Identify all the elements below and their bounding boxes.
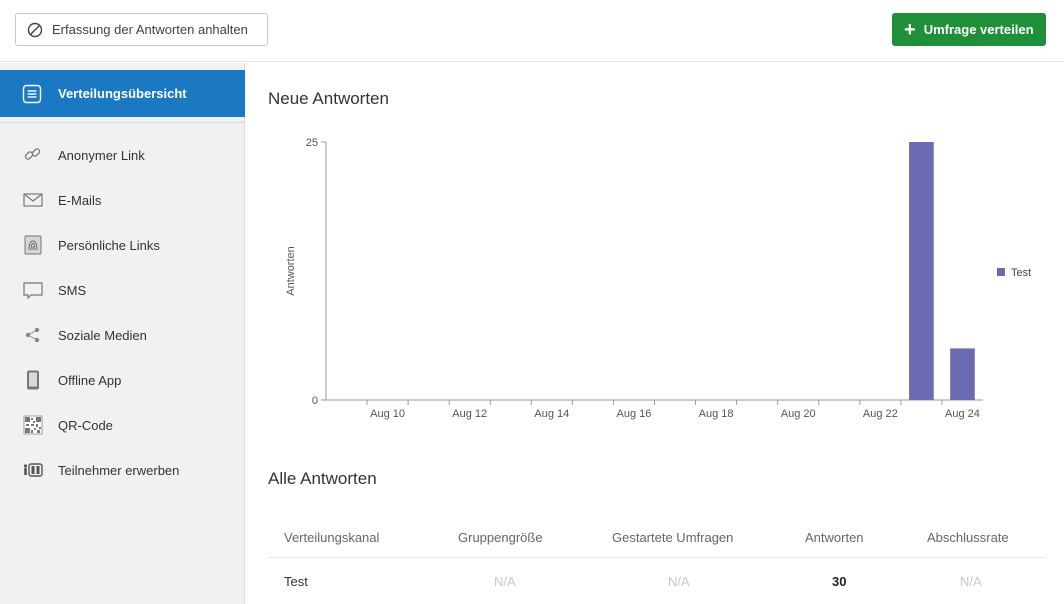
sidebar: Verteilungsübersicht Anonymer Link E-Mai… bbox=[0, 63, 245, 604]
sidebar-item-label: Offline App bbox=[58, 372, 122, 388]
x-tick-label: Aug 24 bbox=[945, 408, 980, 420]
sidebar-item-label: Anonymer Link bbox=[58, 147, 145, 163]
x-tick-label: Aug 12 bbox=[452, 408, 487, 420]
distribute-survey-label: Umfrage verteilen bbox=[923, 22, 1034, 37]
x-tick-label: Aug 14 bbox=[534, 408, 569, 420]
share-icon bbox=[22, 325, 44, 345]
sidebar-item-label: QR-Code bbox=[58, 417, 113, 433]
y-tick-label: 0 bbox=[312, 395, 318, 407]
main-content: Neue Antworten 0 25 Antworten Aug 10 Aug 12 A… bbox=[246, 63, 1064, 604]
table-header: Verteilungskanal Gruppengröße Gestartete… bbox=[268, 518, 1046, 558]
legend-swatch bbox=[997, 268, 1005, 276]
pause-responses-label: Erfassung der Antworten anhalten bbox=[52, 22, 248, 37]
sidebar-item-social-media[interactable]: Soziale Medien bbox=[0, 315, 245, 355]
cell-responses: 30 bbox=[832, 573, 847, 589]
distribute-survey-button[interactable]: + Umfrage verteilen bbox=[892, 13, 1046, 46]
column-header-completion-rate: Abschlussrate bbox=[927, 530, 1009, 545]
column-header-started-surveys: Gestartete Umfragen bbox=[612, 530, 734, 545]
list-icon bbox=[22, 84, 42, 103]
sidebar-item-buy-participants[interactable]: Teilnehmer erwerben bbox=[0, 450, 245, 490]
column-header-channel: Verteilungskanal bbox=[284, 530, 380, 545]
table-row[interactable]: Test N/A N/A 30 N/A bbox=[268, 559, 1046, 603]
tablet-icon bbox=[22, 370, 44, 390]
sidebar-item-qr-code[interactable]: QR-Code bbox=[0, 405, 245, 445]
legend-label: Test bbox=[1011, 267, 1031, 279]
all-responses-title: Alle Antworten bbox=[268, 469, 377, 488]
sidebar-item-label: Soziale Medien bbox=[58, 327, 147, 343]
sidebar-item-label: SMS bbox=[58, 282, 87, 298]
fingerprint-icon bbox=[22, 235, 44, 255]
pause-responses-button[interactable]: Erfassung der Antworten anhalten bbox=[15, 13, 268, 46]
column-header-group-size: Gruppengröße bbox=[458, 530, 543, 545]
top-toolbar: Erfassung der Antworten anhalten + Umfra… bbox=[0, 0, 1064, 62]
people-icon bbox=[22, 460, 44, 480]
bar-aug-24 bbox=[950, 348, 975, 400]
sidebar-item-personal-links[interactable]: Persönliche Links bbox=[0, 225, 245, 265]
bar-aug-23 bbox=[909, 142, 934, 400]
cell-channel: Test bbox=[284, 573, 308, 589]
x-tick-label: Aug 10 bbox=[370, 408, 405, 420]
sidebar-item-sms[interactable]: SMS bbox=[0, 270, 245, 310]
sidebar-item-overview[interactable]: Verteilungsübersicht bbox=[0, 70, 245, 117]
x-tick-label: Aug 16 bbox=[617, 408, 652, 420]
cell-started-surveys: N/A bbox=[668, 573, 690, 589]
x-tick-label: Aug 20 bbox=[781, 408, 816, 420]
sidebar-item-emails[interactable]: E-Mails bbox=[0, 180, 245, 220]
column-header-responses: Antworten bbox=[805, 530, 864, 545]
sidebar-item-offline-app[interactable]: Offline App bbox=[0, 360, 245, 400]
sidebar-item-label: Persönliche Links bbox=[58, 237, 160, 253]
x-tick-label: Aug 18 bbox=[699, 408, 734, 420]
y-axis-label: Antworten bbox=[285, 246, 297, 296]
responses-chart: 0 25 Antworten Aug 10 Aug 12 Aug 14 Aug 16 Aug … bbox=[285, 137, 1031, 420]
cell-completion-rate: N/A bbox=[960, 573, 982, 589]
new-responses-title: Neue Antworten bbox=[268, 89, 389, 108]
sidebar-divider bbox=[0, 122, 245, 123]
cell-group-size: N/A bbox=[494, 573, 516, 589]
sidebar-item-label: E-Mails bbox=[58, 192, 102, 208]
sidebar-item-label: Teilnehmer erwerben bbox=[58, 462, 180, 478]
sidebar-item-label: Verteilungsübersicht bbox=[58, 86, 187, 101]
link-icon bbox=[22, 145, 44, 165]
x-tick-label: Aug 22 bbox=[863, 408, 898, 420]
y-tick-label: 25 bbox=[306, 137, 318, 149]
plus-icon: + bbox=[904, 18, 916, 41]
envelope-icon bbox=[22, 190, 44, 210]
prohibited-icon bbox=[27, 22, 43, 37]
sidebar-item-anonymous-link[interactable]: Anonymer Link bbox=[0, 135, 245, 175]
message-icon bbox=[22, 280, 44, 300]
qr-code-icon bbox=[22, 415, 44, 435]
